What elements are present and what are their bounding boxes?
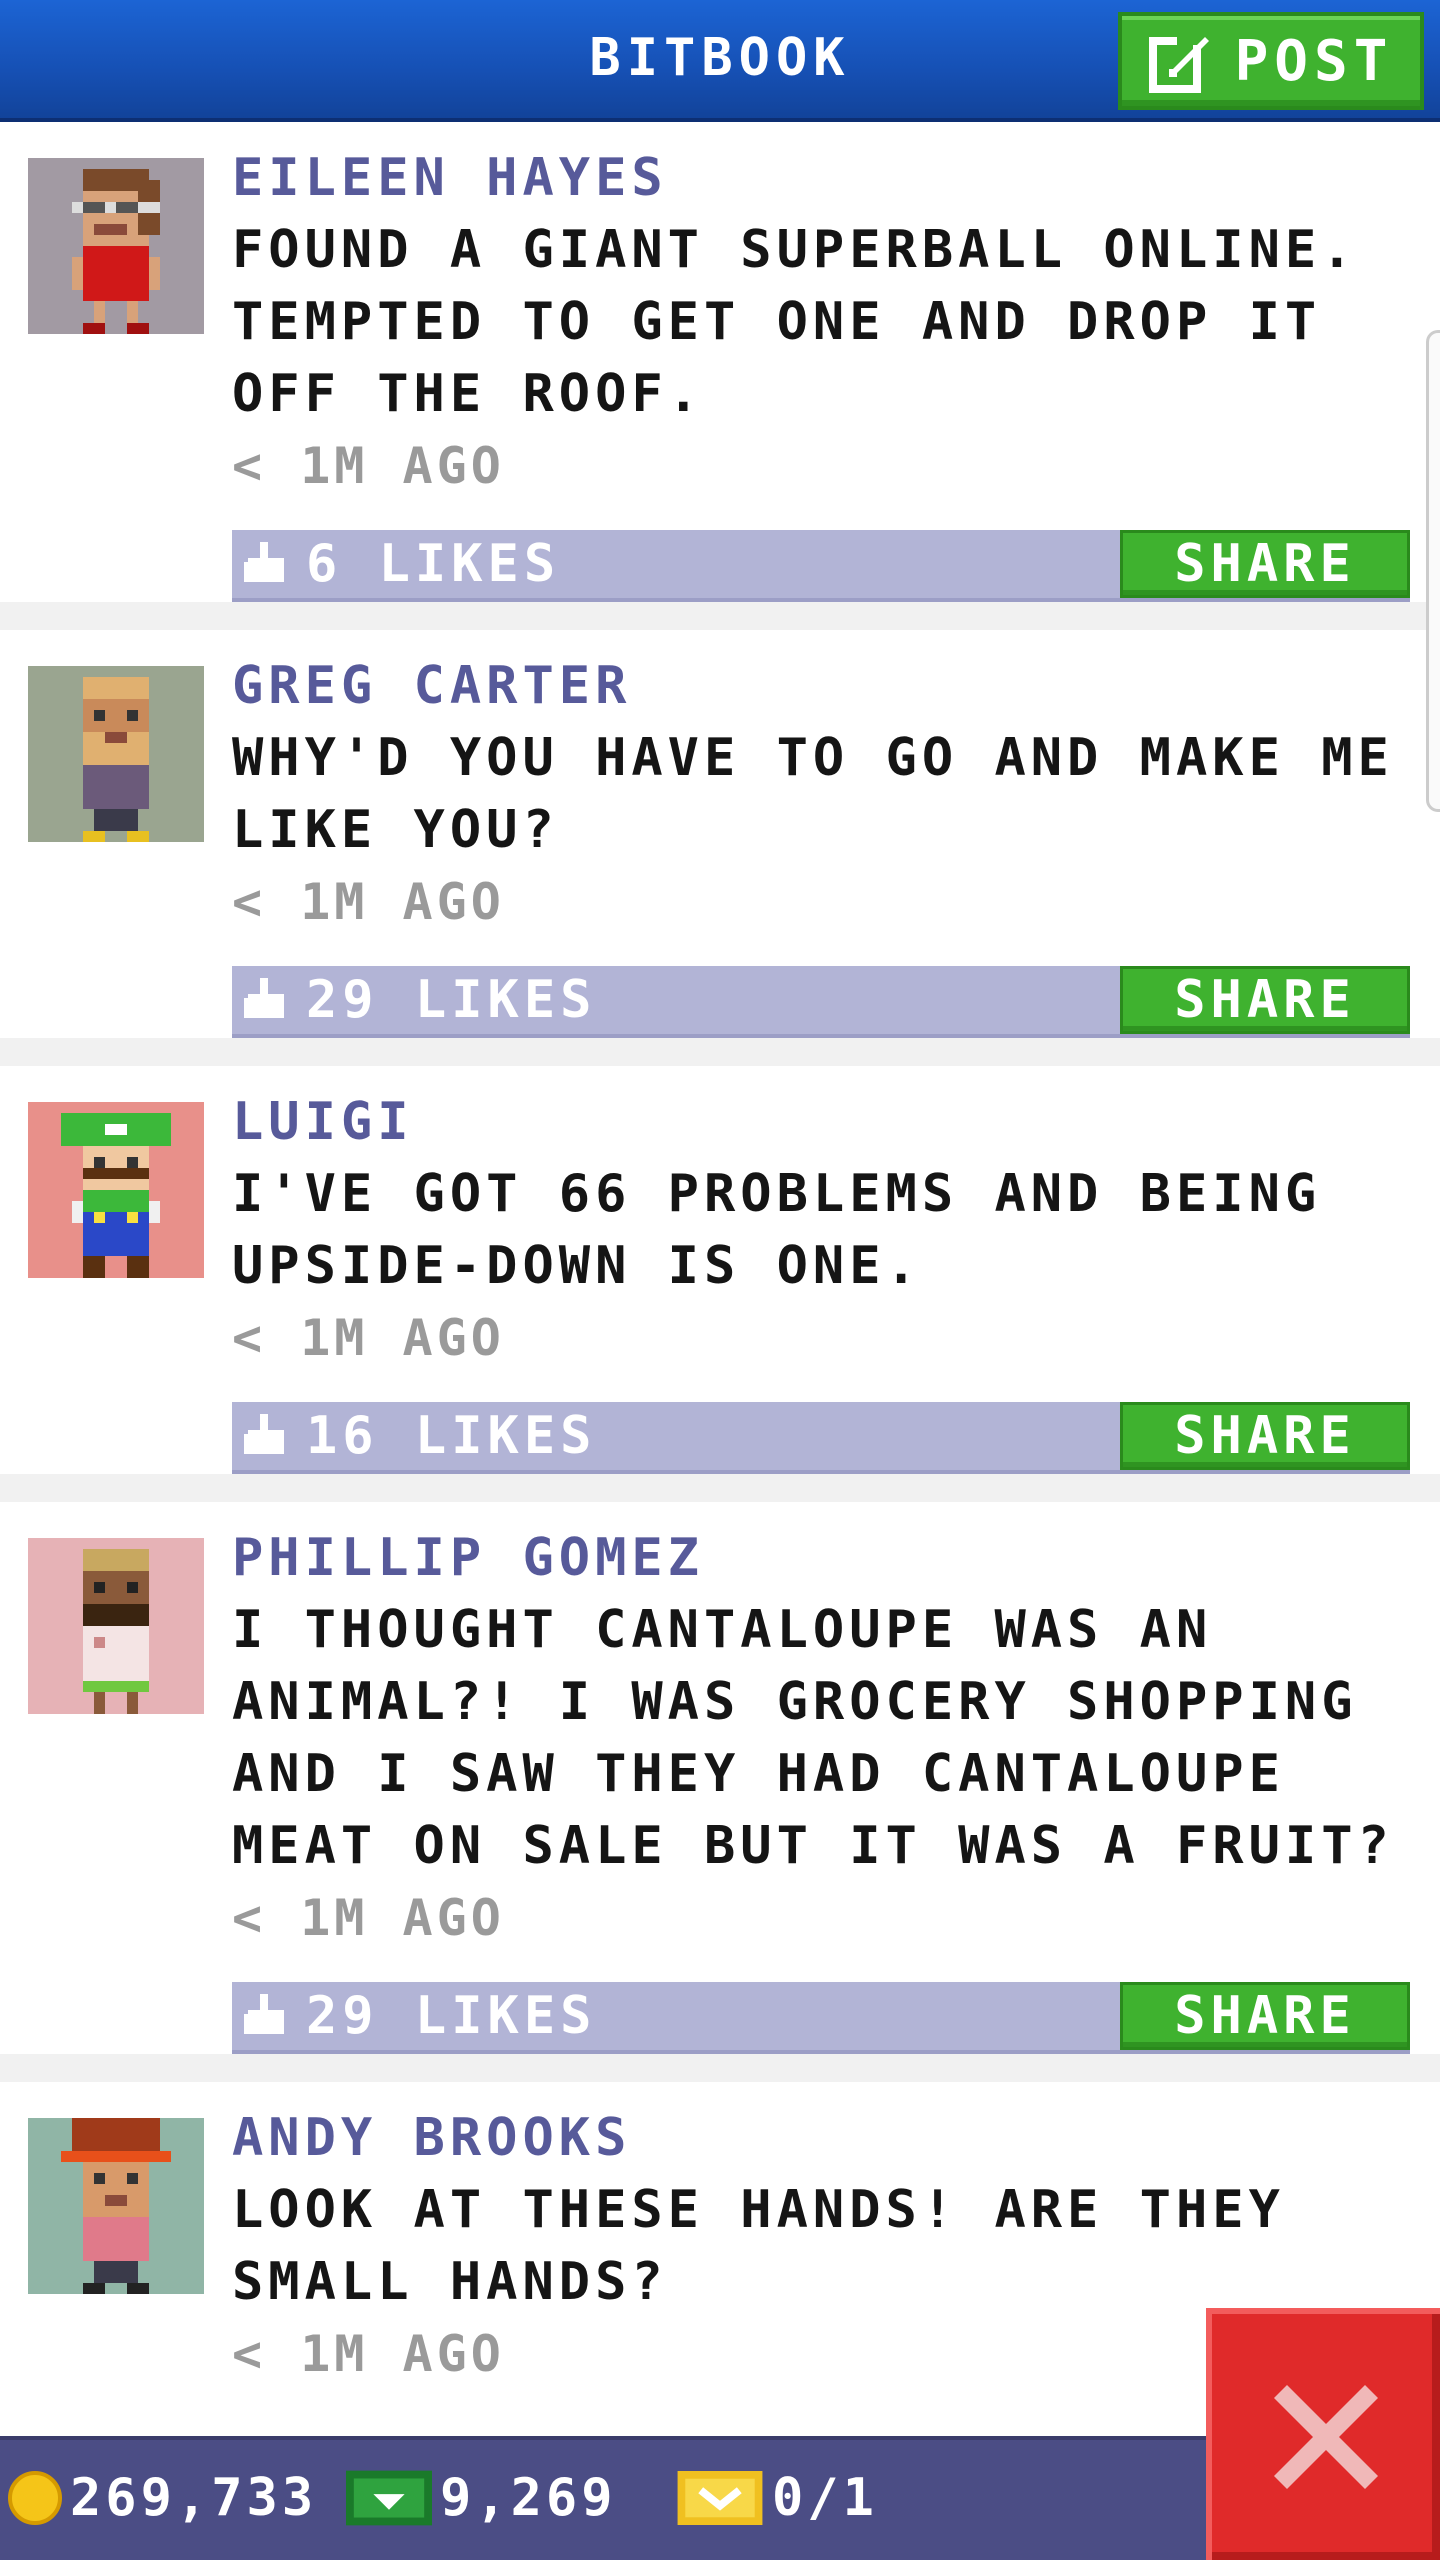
scroll-indicator[interactable] (1426, 330, 1440, 812)
ticket-icon (677, 2471, 763, 2525)
avatar[interactable] (28, 1538, 204, 1714)
bux-stat: 9,269 (346, 2468, 617, 2528)
feed[interactable]: EILEEN HAYES FOUND A GIANT SUPERBALL ONL… (0, 122, 1440, 2496)
feed-post: GREG CARTER WHY'D YOU HAVE TO GO AND MAK… (0, 630, 1440, 1038)
avatar[interactable] (28, 158, 204, 334)
tickets-value: 0/1 (772, 2468, 878, 2528)
feed-post: EILEEN HAYES FOUND A GIANT SUPERBALL ONL… (0, 122, 1440, 602)
coins-value: 269,733 (70, 2468, 318, 2528)
avatar[interactable] (28, 1102, 204, 1278)
post-author[interactable]: GREG CARTER (232, 654, 1410, 718)
likes-count: 6 LIKES (306, 534, 561, 594)
share-button[interactable]: SHARE (1120, 1982, 1410, 2050)
post-text: LOOK AT THESE HANDS! ARE THEY SMALL HAND… (232, 2180, 1285, 2312)
bux-value: 9,269 (440, 2468, 617, 2528)
feed-post: PHILLIP GOMEZ I THOUGHT CANTALOUPE WAS A… (0, 1502, 1440, 2054)
post-timestamp: < 1M AGO (232, 1309, 505, 1367)
post-author[interactable]: EILEEN HAYES (232, 146, 1410, 210)
share-button[interactable]: SHARE (1120, 1402, 1410, 1470)
like-bar: 29 LIKES SHARE (232, 966, 1410, 1038)
post-timestamp: < 1M AGO (232, 1889, 505, 1947)
like-bar: 6 LIKES SHARE (232, 530, 1410, 602)
coins-stat: 269,733 (8, 2468, 317, 2528)
likes-count: 29 LIKES (306, 970, 597, 1030)
post-timestamp: < 1M AGO (232, 873, 505, 931)
like-bar: 16 LIKES SHARE (232, 1402, 1410, 1474)
post-text: FOUND A GIANT SUPERBALL ONLINE. TEMPTED … (232, 220, 1358, 424)
avatar-eileen-icon (72, 169, 160, 334)
likes-count: 16 LIKES (306, 1406, 597, 1466)
share-button[interactable]: SHARE (1120, 966, 1410, 1034)
post-author[interactable]: LUIGI (232, 1090, 1410, 1154)
tickets-stat: 0/1 (676, 2468, 878, 2528)
thumbs-up-icon[interactable] (244, 542, 288, 586)
avatar-luigi-icon (61, 1113, 171, 1278)
like-bar: 29 LIKES SHARE (232, 1982, 1410, 2054)
post-timestamp: < 1M AGO (232, 437, 505, 495)
avatar[interactable] (28, 666, 204, 842)
post-text: I'VE GOT 66 PROBLEMS AND BEING UPSIDE-DO… (232, 1164, 1322, 1296)
close-button[interactable] (1206, 2308, 1440, 2560)
post-author[interactable]: ANDY BROOKS (232, 2106, 1410, 2170)
thumbs-up-icon[interactable] (244, 1414, 288, 1458)
avatar-greg-icon (83, 677, 149, 842)
feed-post: LUIGI I'VE GOT 66 PROBLEMS AND BEING UPS… (0, 1066, 1440, 1474)
coin-icon (8, 2471, 62, 2525)
thumbs-up-icon[interactable] (244, 978, 288, 1022)
post-text: I THOUGHT CANTALOUPE WAS AN ANIMAL?! I W… (232, 1600, 1394, 1876)
avatar[interactable] (28, 2118, 204, 2294)
avatar-phillip-icon (83, 1549, 149, 1714)
app-header: BITBOOK POST (0, 0, 1440, 122)
post-author[interactable]: PHILLIP GOMEZ (232, 1526, 1410, 1590)
post-text: WHY'D YOU HAVE TO GO AND MAKE ME LIKE YO… (232, 728, 1394, 860)
thumbs-up-icon[interactable] (244, 1994, 288, 2038)
post-button[interactable]: POST (1118, 12, 1424, 110)
share-button[interactable]: SHARE (1120, 530, 1410, 598)
close-icon (1274, 2385, 1378, 2489)
likes-count: 29 LIKES (306, 1986, 597, 2046)
cash-icon (346, 2470, 432, 2526)
post-button-label: POST (1234, 28, 1394, 94)
edit-icon (1148, 33, 1209, 93)
avatar-andy-icon (61, 2118, 171, 2294)
